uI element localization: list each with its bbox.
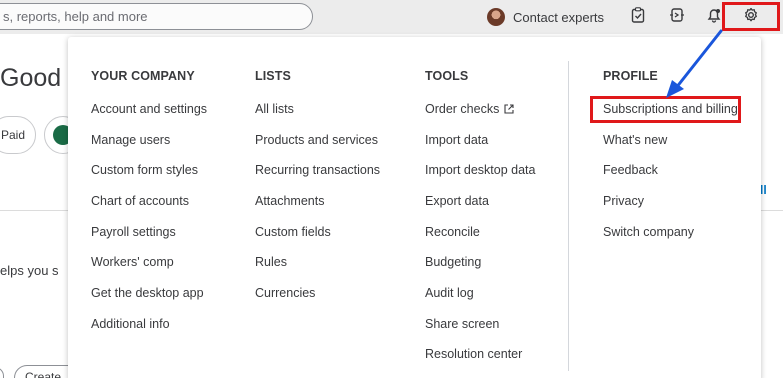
menu-item-export-data[interactable]: Export data [425,194,489,208]
bottom-pill[interactable] [0,367,4,378]
search-input[interactable]: s, reports, help and more [0,3,313,30]
menu-item-resolution-center[interactable]: Resolution center [425,347,522,361]
menu-item-privacy[interactable]: Privacy [603,194,644,208]
menu-item-import-desktop-data[interactable]: Import desktop data [425,163,535,177]
order-checks-label: Order checks [425,102,500,116]
menu-item-audit-log[interactable]: Audit log [425,286,474,300]
menu-item-custom-form-styles[interactable]: Custom form styles [91,163,198,177]
gear-highlight-box [722,2,780,31]
helper-text: elps you s [0,263,59,278]
menu-item-chart-of-accounts[interactable]: Chart of accounts [91,194,189,208]
lists-heading: LISTS [255,69,291,83]
menu-item-additional-info[interactable]: Additional info [91,317,170,331]
expert-avatar [487,8,505,26]
menu-item-switch-company[interactable]: Switch company [603,225,694,239]
menu-item-account-settings[interactable]: Account and settings [91,102,207,116]
menu-item-rules[interactable]: Rules [255,255,287,269]
menu-item-order-checks[interactable]: Order checks [425,102,514,116]
menu-item-desktop-app[interactable]: Get the desktop app [91,286,204,300]
menu-item-products-services[interactable]: Products and services [255,133,378,147]
top-bar: s, reports, help and more Contact expert… [0,0,783,34]
contact-experts-label: Contact experts [513,9,605,25]
clipboard-icon[interactable] [628,7,648,27]
menu-item-feedback[interactable]: Feedback [603,163,658,177]
menu-item-all-lists[interactable]: All lists [255,102,294,116]
menu-divider [568,61,569,371]
menu-item-reconcile[interactable]: Reconcile [425,225,480,239]
apps-icon[interactable] [667,7,687,27]
menu-item-recurring-transactions[interactable]: Recurring transactions [255,163,380,177]
contact-experts-button[interactable]: Contact experts [487,7,604,27]
bell-icon[interactable] [704,7,724,27]
your-company-heading: YOUR COMPANY [91,69,195,83]
page-greeting: Good [0,64,62,92]
menu-item-attachments[interactable]: Attachments [255,194,324,208]
menu-item-workers-comp[interactable]: Workers' comp [91,255,174,269]
menu-item-budgeting[interactable]: Budgeting [425,255,481,269]
profile-heading: PROFILE [603,69,658,83]
tools-heading: TOOLS [425,69,469,83]
menu-item-payroll-settings[interactable]: Payroll settings [91,225,176,239]
menu-item-import-data[interactable]: Import data [425,133,488,147]
menu-item-whats-new[interactable]: What's new [603,133,667,147]
menu-item-currencies[interactable]: Currencies [255,286,315,300]
subscriptions-highlight-box [590,96,741,123]
external-link-icon [504,103,514,114]
menu-item-manage-users[interactable]: Manage users [91,133,170,147]
settings-menu: YOUR COMPANY Account and settings Manage… [68,37,761,378]
menu-item-custom-fields[interactable]: Custom fields [255,225,331,239]
paid-filter-pill[interactable]: Paid [0,116,36,154]
menu-item-share-screen[interactable]: Share screen [425,317,499,331]
view-all-link[interactable]: ll [760,183,767,197]
